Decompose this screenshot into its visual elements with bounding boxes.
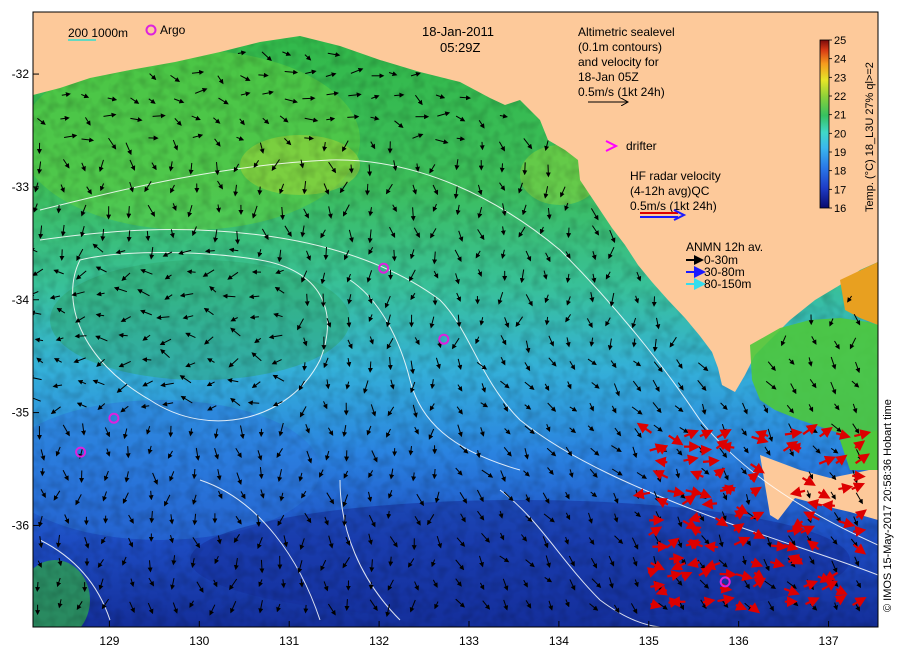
velocity-arrow	[222, 293, 236, 299]
x-tick-label: 132	[369, 634, 389, 648]
hf-radar-arrow	[719, 582, 733, 594]
altimetry-line-1: Altimetric sealevel	[578, 25, 675, 39]
velocity-arrow	[74, 333, 87, 339]
velocity-arrow	[432, 468, 438, 480]
velocity-arrow	[259, 559, 265, 574]
colorbar-tick-label: 24	[834, 54, 846, 66]
velocity-arrow	[302, 95, 316, 101]
velocity-arrow	[148, 490, 154, 501]
map-time: 05:29Z	[440, 40, 481, 55]
y-tick-label: -35	[12, 406, 30, 420]
y-tick-label: -34	[12, 293, 30, 307]
anmn-label-80-150: 80-150m	[704, 277, 751, 291]
velocity-arrow	[394, 92, 405, 98]
velocity-arrow	[56, 204, 62, 214]
hf-radar-arrow	[853, 525, 867, 537]
hf-radar-arrow	[821, 500, 835, 512]
x-tick-label: 130	[189, 634, 209, 648]
velocity-arrow	[323, 246, 329, 261]
altimetry-line-2: (0.1m contours)	[578, 40, 662, 54]
hf-radar-arrow	[654, 456, 668, 468]
hf-radar-arrow	[702, 596, 716, 608]
hf-radar-arrow	[852, 470, 866, 482]
velocity-arrow	[258, 72, 269, 78]
velocity-arrow	[304, 135, 314, 141]
map-date: 18-Jan-2011	[422, 24, 494, 39]
colorbar-tick-label: 23	[834, 72, 846, 84]
colorbar-tick-label: 20	[834, 128, 846, 140]
colorbar-tick-label: 16	[834, 203, 846, 215]
colorbar-gradient	[819, 39, 830, 209]
colorbar-title: Temp. (°C) 18_L3U 27% ql>=2	[864, 62, 876, 212]
colorbar-tick-label: 18	[834, 166, 846, 178]
drifter-label: drifter	[626, 139, 657, 153]
y-tick-label: -36	[12, 518, 30, 532]
altimetry-line-4: 18-Jan 05Z	[578, 70, 639, 84]
velocity-arrow	[142, 357, 152, 363]
y-tick-label: -32	[12, 67, 30, 81]
velocity-arrow	[191, 468, 197, 480]
velocity-arrow	[125, 446, 131, 459]
x-tick-label: 133	[459, 634, 479, 648]
velocity-arrow	[344, 599, 350, 611]
velocity-arrow	[499, 163, 505, 173]
ocean-temperature-map: 129 130 131 132 133 134 135 136 137 -32 -33 -34 -35…	[12, 11, 894, 648]
hf-radar-arrow	[789, 442, 802, 454]
hf-line-3: 0.5m/s (1kt 24h)	[630, 199, 717, 213]
x-tick-label: 131	[279, 634, 299, 648]
map-plot-area	[33, 12, 878, 627]
colorbar-tick-label: 19	[834, 147, 846, 159]
velocity-arrow	[247, 400, 260, 406]
hf-radar-arrow	[701, 498, 718, 510]
hf-radar-arrow	[719, 441, 735, 453]
altimetry-line-3: and velocity for	[578, 55, 659, 69]
colorbar-tick-label: 17	[834, 184, 846, 196]
velocity-arrow	[302, 362, 308, 371]
hf-line-2: (4-12h avg)QC	[630, 184, 710, 198]
altimetry-line-5: 0.5m/s (1kt 24h)	[578, 85, 665, 99]
velocity-arrow	[347, 114, 360, 120]
velocity-arrow	[391, 249, 397, 262]
colorbar-tick-label: 25	[834, 35, 846, 47]
velocity-arrow	[348, 164, 354, 174]
hf-radar-arrow	[704, 541, 719, 553]
velocity-arrow	[522, 162, 528, 176]
velocity-arrow	[367, 361, 373, 373]
velocity-arrow	[367, 164, 373, 177]
x-tick-label: 134	[549, 634, 569, 648]
velocity-arrow	[364, 183, 370, 196]
velocity-arrow	[566, 227, 572, 239]
hf-radar-legend: HF radar velocity (4-12h avg)QC 0.5m/s (…	[630, 169, 721, 221]
hf-radar-arrow	[669, 553, 685, 565]
velocity-arrow	[303, 604, 309, 614]
hf-line-1: HF radar velocity	[630, 169, 721, 183]
hf-radar-arrow	[702, 455, 720, 467]
hf-radar-arrow	[700, 444, 713, 456]
imos-credit: © IMOS 15-May-2017 20:58:36 Hobart time	[882, 399, 894, 612]
velocity-arrow	[186, 269, 196, 275]
anmn-title: ANMN 12h av.	[686, 240, 763, 254]
x-tick-label: 129	[99, 634, 119, 648]
argo-legend-label: Argo	[160, 23, 186, 37]
velocity-arrow	[456, 136, 466, 142]
velocity-arrow	[118, 332, 128, 338]
hf-radar-arrow	[719, 568, 737, 580]
velocity-arrow	[459, 95, 471, 101]
hf-radar-arrow	[770, 540, 788, 552]
velocity-arrow	[304, 293, 310, 307]
velocity-arrow	[126, 206, 132, 219]
depth-legend-label: 200 1000m	[68, 26, 128, 40]
x-tick-label: 135	[639, 634, 659, 648]
velocity-arrow	[35, 581, 41, 592]
velocity-arrow	[204, 248, 215, 254]
x-tick-label: 137	[819, 634, 839, 648]
colorbar-tick-label: 21	[834, 110, 846, 122]
y-tick-label: -33	[12, 180, 30, 194]
colorbar-tick-label: 22	[834, 91, 846, 103]
x-tick-label: 136	[729, 634, 749, 648]
velocity-arrow	[257, 186, 263, 196]
